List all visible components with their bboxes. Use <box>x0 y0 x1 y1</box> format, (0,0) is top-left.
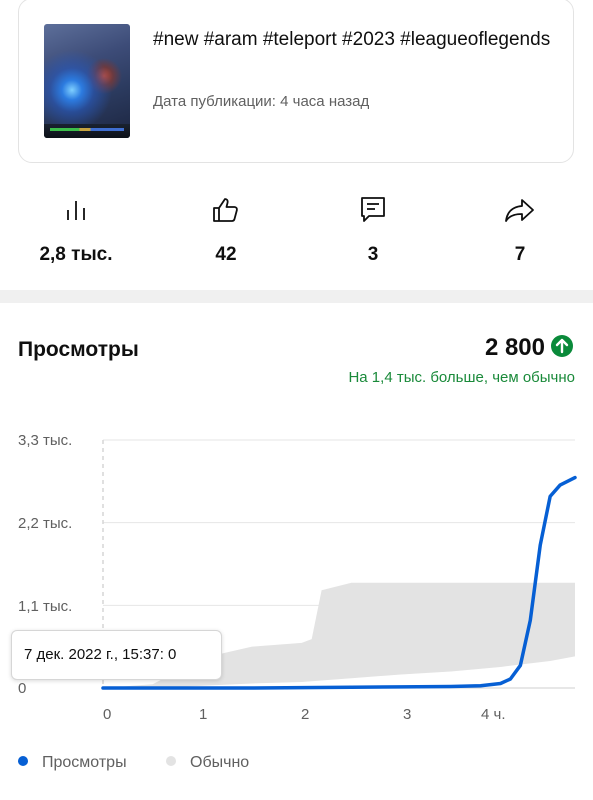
y-tick-label: 0 <box>18 680 27 697</box>
legend-item-typical[interactable]: Обычно <box>166 754 249 772</box>
stat-comments[interactable]: 3 <box>303 196 443 266</box>
legend-label: Обычно <box>190 754 250 771</box>
legend-dot <box>18 755 28 766</box>
bar-chart-icon <box>6 196 146 224</box>
publish-date: Дата публикации: 4 часа назад <box>153 93 370 110</box>
x-tick-label: 0 <box>103 706 112 723</box>
stat-value: 2,8 тыс. <box>39 244 113 265</box>
stat-likes[interactable]: 42 <box>156 196 296 266</box>
thumbs-up-icon <box>156 196 296 224</box>
x-tick-label: 3 <box>403 706 412 723</box>
legend-dot <box>166 755 176 766</box>
views-comparison: На 1,4 тыс. больше, чем обычно <box>348 369 575 386</box>
legend-label: Просмотры <box>42 754 127 771</box>
share-icon <box>450 196 590 224</box>
x-tick-label: 1 <box>199 706 208 723</box>
arrow-up-icon <box>551 335 573 357</box>
stat-value: 7 <box>514 244 526 265</box>
stat-value: 3 <box>367 244 379 265</box>
video-title: #new #aram #teleport #2023 #leagueoflege… <box>153 29 551 50</box>
chart-tooltip: 7 дек. 2022 г., 15:37: 0 <box>11 630 222 680</box>
x-tick-label: 2 <box>301 706 310 723</box>
x-tick-label: 4 ч. <box>481 706 506 723</box>
video-card[interactable]: #new #aram #teleport #2023 #leagueoflege… <box>18 0 574 163</box>
stat-shares[interactable]: 7 <box>450 196 590 266</box>
views-total: 2 800 <box>484 334 545 361</box>
video-thumbnail[interactable] <box>44 24 130 138</box>
views-title: Просмотры <box>18 338 139 361</box>
y-tick-label: 3,3 тыс. <box>18 432 73 449</box>
y-tick-label: 2,2 тыс. <box>18 515 73 532</box>
section-divider <box>0 290 593 303</box>
legend-item-views[interactable]: Просмотры <box>18 754 127 772</box>
y-tick-label: 1,1 тыс. <box>18 598 73 615</box>
stat-views[interactable]: 2,8 тыс. <box>6 196 146 266</box>
stat-value: 42 <box>215 244 237 265</box>
comment-icon <box>303 196 443 224</box>
